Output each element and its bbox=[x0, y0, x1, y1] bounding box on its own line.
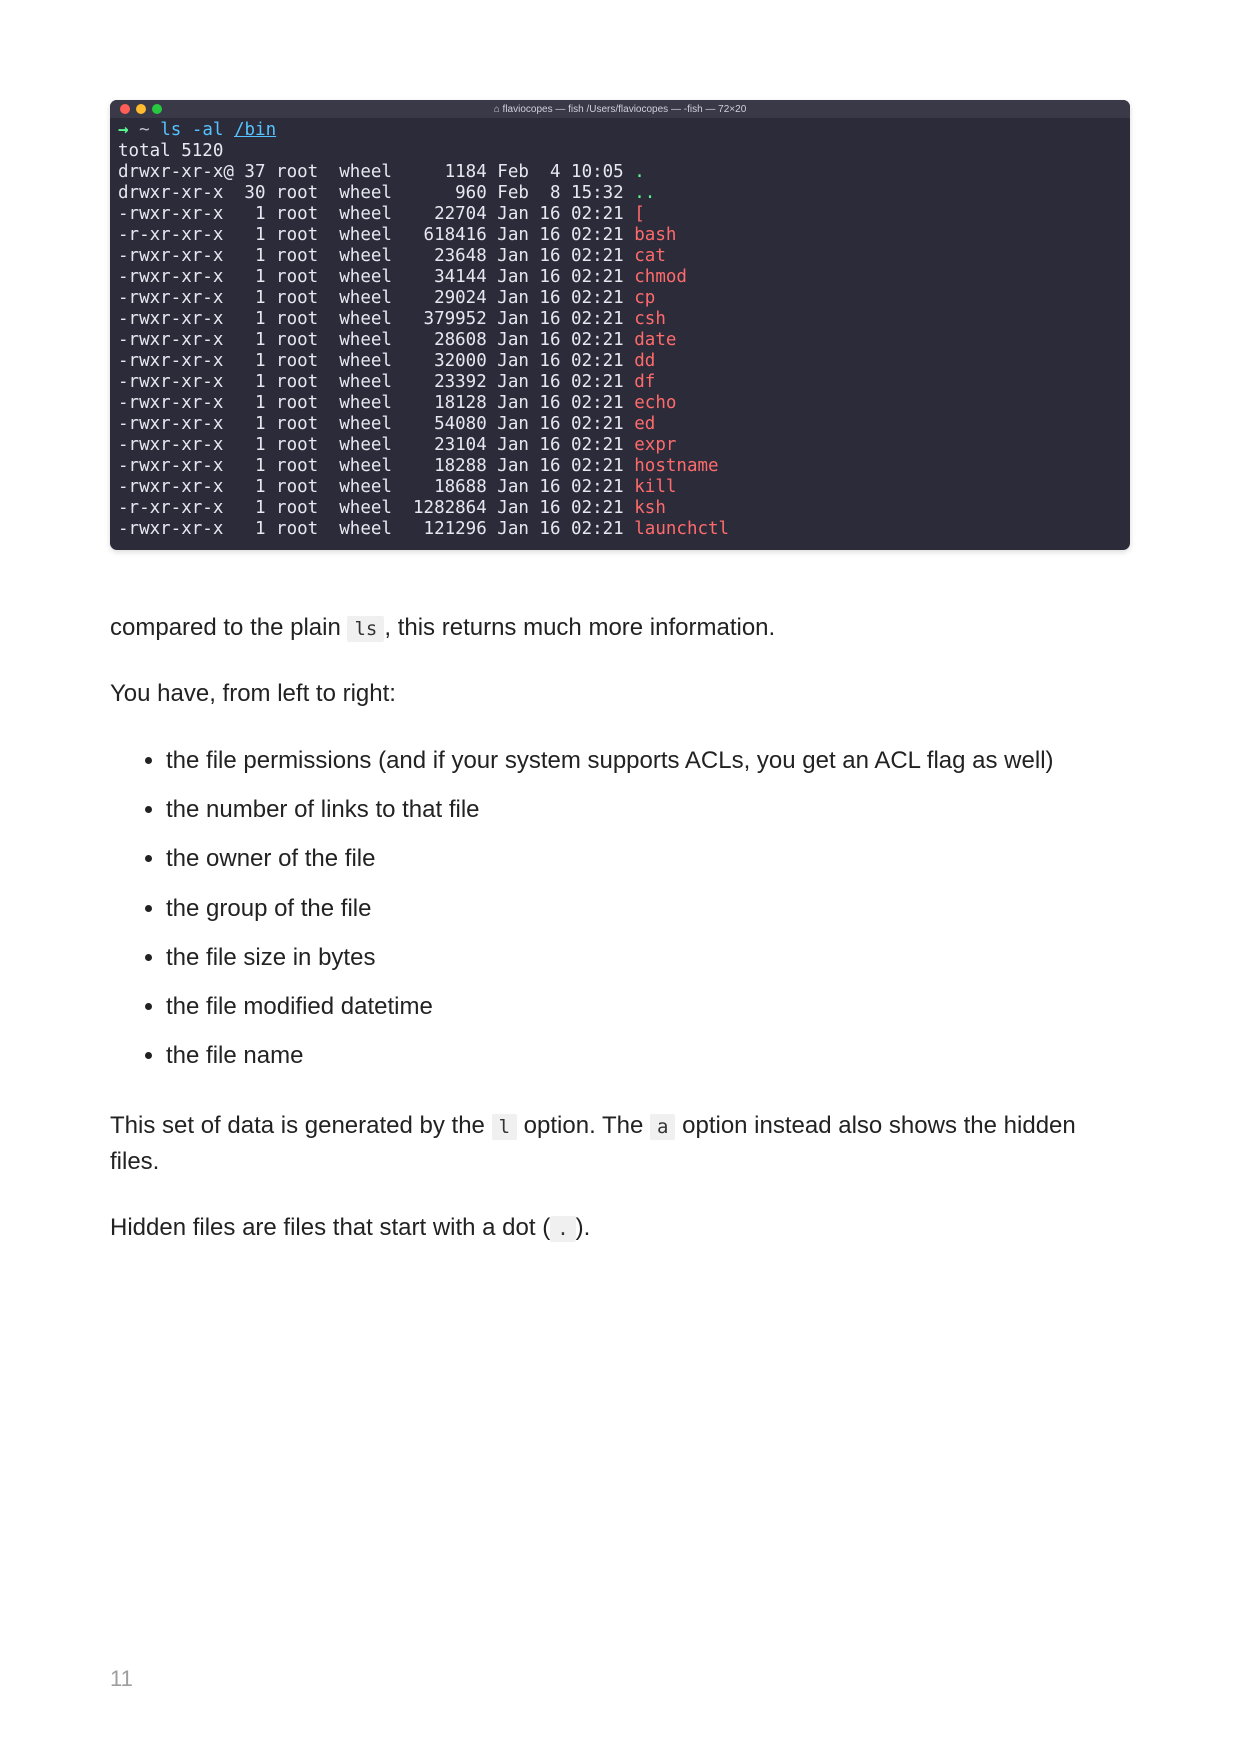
terminal-window: flaviocopes — fish /Users/flaviocopes — … bbox=[110, 100, 1130, 550]
inline-code: l bbox=[492, 1114, 517, 1140]
terminal-titlebar: flaviocopes — fish /Users/flaviocopes — … bbox=[110, 100, 1130, 118]
text: , this returns much more information. bbox=[384, 614, 775, 641]
close-icon[interactable] bbox=[120, 104, 130, 114]
inline-code: . bbox=[550, 1216, 575, 1242]
page-number: 11 bbox=[110, 1666, 133, 1692]
paragraph: You have, from left to right: bbox=[110, 676, 1130, 712]
list-item: the file name bbox=[166, 1037, 1130, 1074]
document-body: compared to the plain ls, this returns m… bbox=[110, 610, 1130, 1246]
list-item: the number of links to that file bbox=[166, 791, 1130, 828]
terminal-title: flaviocopes — fish /Users/flaviocopes — … bbox=[494, 104, 747, 115]
paragraph: This set of data is generated by the l o… bbox=[110, 1108, 1130, 1180]
text: This set of data is generated by the bbox=[110, 1112, 492, 1139]
paragraph: Hidden files are files that start with a… bbox=[110, 1210, 1130, 1246]
text: Hidden files are files that start with a… bbox=[110, 1214, 550, 1241]
terminal-body[interactable]: → ~ ls -al /bintotal 5120drwxr-xr-x@ 37 … bbox=[110, 118, 1130, 550]
list-item: the file modified datetime bbox=[166, 988, 1130, 1025]
maximize-icon[interactable] bbox=[152, 104, 162, 114]
list-item: the owner of the file bbox=[166, 840, 1130, 877]
window-controls bbox=[120, 104, 162, 114]
inline-code: ls bbox=[347, 616, 384, 642]
paragraph: compared to the plain ls, this returns m… bbox=[110, 610, 1130, 646]
list-item: the file permissions (and if your system… bbox=[166, 742, 1130, 779]
minimize-icon[interactable] bbox=[136, 104, 146, 114]
list-item: the file size in bytes bbox=[166, 939, 1130, 976]
text: option. The bbox=[517, 1112, 650, 1139]
text: ). bbox=[576, 1214, 591, 1241]
bullet-list: the file permissions (and if your system… bbox=[110, 742, 1130, 1074]
list-item: the group of the file bbox=[166, 890, 1130, 927]
page: flaviocopes — fish /Users/flaviocopes — … bbox=[0, 0, 1240, 1752]
inline-code: a bbox=[650, 1114, 675, 1140]
text: compared to the plain bbox=[110, 614, 347, 641]
